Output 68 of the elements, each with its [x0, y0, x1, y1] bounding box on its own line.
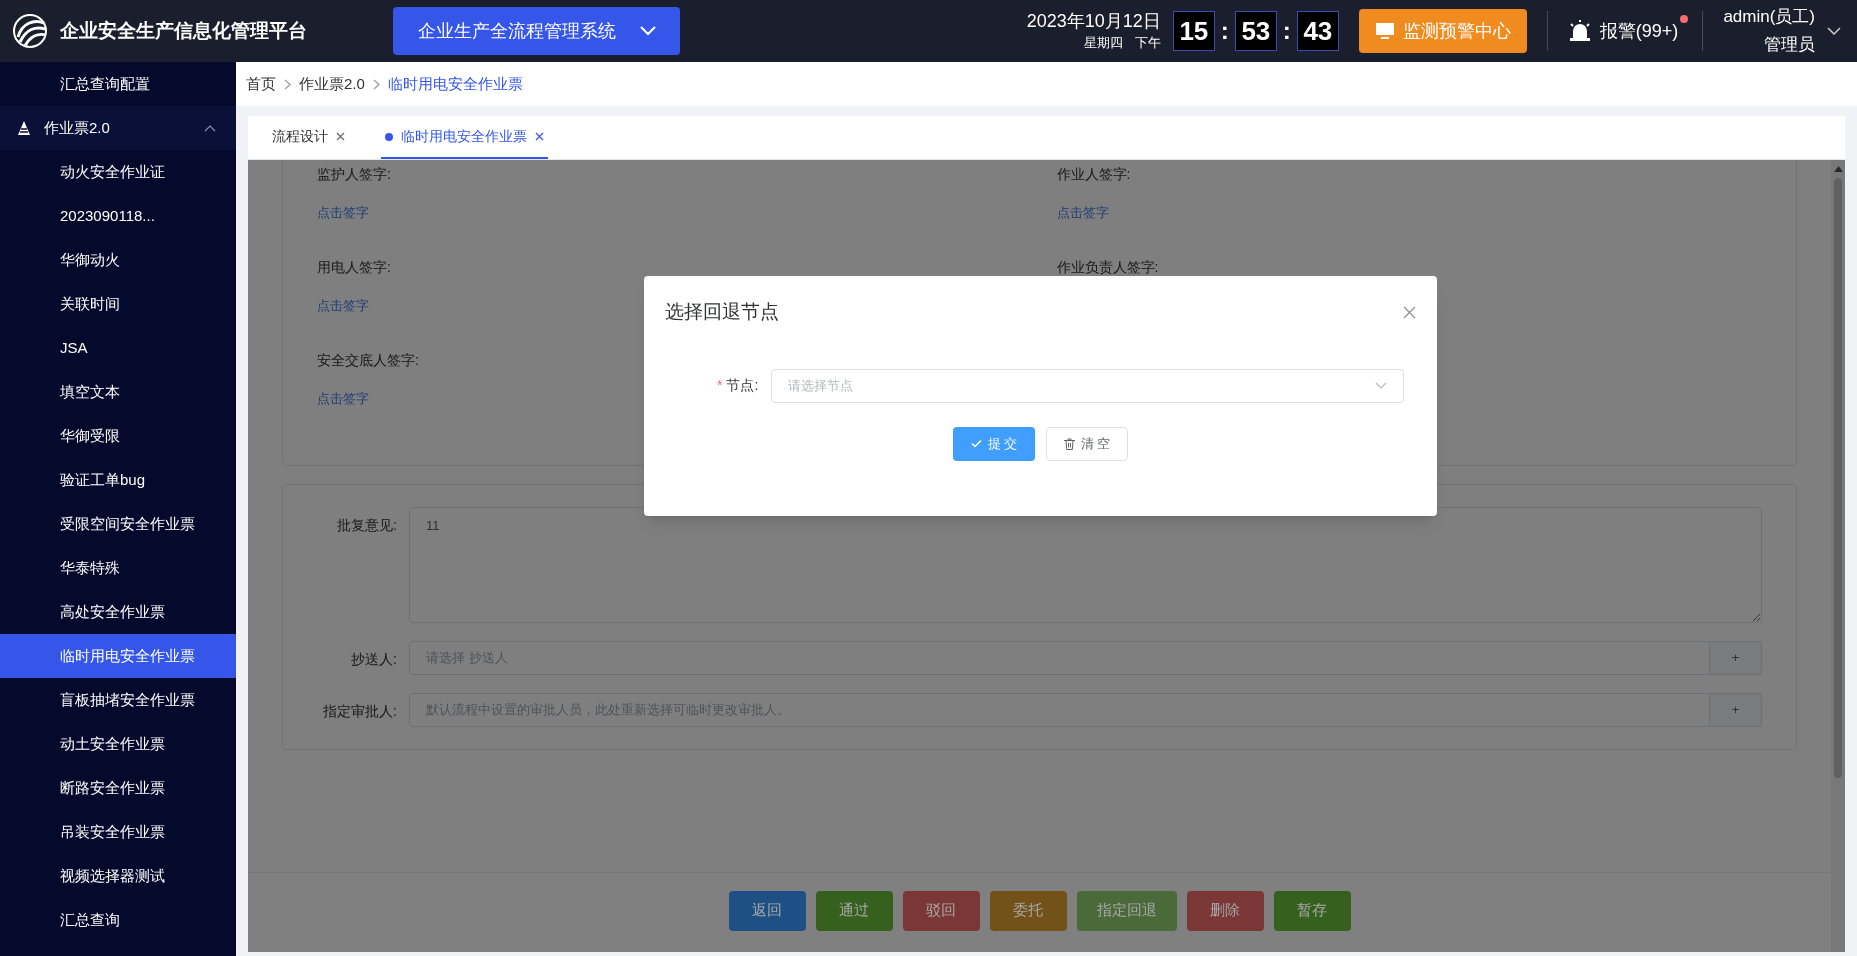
breadcrumb-link[interactable]: 首页 — [246, 72, 276, 96]
field-label: 作业负责人签字: — [1056, 258, 1159, 277]
period-text: 下午 — [1134, 34, 1161, 53]
chevron-down-icon[interactable] — [1827, 27, 1841, 35]
clock-separator: : — [1219, 16, 1230, 46]
cone-icon — [16, 120, 32, 136]
sidebar-item[interactable]: 动土安全作业票 — [0, 722, 236, 766]
sidebar-item[interactable]: 视频选择器测试 — [0, 854, 236, 898]
field-label: 安全交底人签字: — [317, 351, 419, 370]
field-label: 节点: — [726, 376, 759, 395]
close-icon[interactable] — [535, 132, 544, 141]
sidebar-item[interactable]: 华御受限 — [0, 414, 236, 458]
field-label: 抄送人: — [350, 650, 397, 669]
scrollbar-thumb[interactable] — [1834, 178, 1842, 778]
action-button[interactable]: 删除 — [1186, 890, 1264, 931]
sidebar-item[interactable]: 吊装安全作业票 — [0, 810, 236, 854]
logo-icon — [12, 13, 48, 49]
field-label: 监护人签字: — [317, 165, 391, 184]
tab[interactable]: 流程设计 — [268, 116, 349, 159]
sidebar-item[interactable]: 断路安全作业票 — [0, 766, 236, 810]
sidebar-item[interactable]: 填空文本 — [0, 370, 236, 414]
sidebar-item[interactable]: 汇总查询 — [0, 898, 236, 942]
date-text: 2023年10月12日 — [1026, 10, 1161, 34]
field-label: 批复意见: — [336, 516, 397, 535]
clock-digit: 53 — [1234, 11, 1277, 51]
clear-button[interactable]: 清 空 — [1046, 426, 1128, 461]
monitor-icon — [1374, 22, 1395, 40]
close-icon[interactable] — [1403, 305, 1416, 319]
sidebar-item[interactable]: 动火安全作业证 — [0, 150, 236, 194]
sidebar-item[interactable]: 2023090118... — [0, 194, 236, 238]
chevron-down-icon — [1375, 382, 1387, 389]
check-icon — [970, 439, 982, 448]
chevron-down-icon — [639, 26, 656, 36]
clock-separator: : — [1281, 16, 1292, 46]
field-label: 用电人签字: — [317, 258, 391, 277]
user-name: admin(员工) — [1723, 6, 1815, 28]
user-role: 管理员 — [1764, 34, 1815, 56]
action-button[interactable]: 返回 — [728, 890, 806, 931]
weekday-text: 星期四 — [1083, 34, 1123, 53]
clock-digit: 43 — [1296, 11, 1339, 51]
chevron-up-icon — [204, 124, 216, 132]
breadcrumb-link[interactable]: 作业票2.0 — [299, 72, 365, 96]
chevron-right-icon — [284, 78, 291, 90]
sidebar-item[interactable]: 华御动火 — [0, 238, 236, 282]
sidebar-item[interactable]: 验证工单bug — [0, 458, 236, 502]
alarm-icon — [1567, 20, 1592, 42]
sidebar-item[interactable]: 受限空间安全作业票 — [0, 502, 236, 546]
app-title: 企业安全生产信息化管理平台 — [60, 18, 307, 43]
sidebar-item[interactable]: 汇总查询配置 — [0, 62, 236, 106]
alarm-button[interactable]: 报警(99+) — [1547, 7, 1703, 55]
system-dropdown[interactable]: 企业生产全流程管理系统 — [393, 7, 680, 55]
chevron-right-icon — [372, 78, 380, 90]
dialog-title: 选择回退节点 — [665, 300, 779, 324]
sidebar-item[interactable]: 华泰特殊 — [0, 546, 236, 590]
field-label: 指定审批人: — [322, 702, 397, 721]
sidebar-item[interactable]: 盲板抽堵安全作业票 — [0, 678, 236, 722]
field-label: 作业人签字: — [1056, 165, 1131, 184]
action-button[interactable]: 驳回 — [902, 890, 980, 931]
required-mark: * — [717, 376, 723, 395]
sidebar-item[interactable]: JSA — [0, 326, 236, 370]
clock-digit: 15 — [1172, 11, 1215, 51]
sidebar-item[interactable]: 临时用电安全作业票 — [0, 634, 236, 678]
sidebar-group[interactable]: 作业票2.0 — [0, 106, 236, 150]
scroll-up-icon[interactable] — [1833, 166, 1843, 172]
sidebar-item[interactable]: 关联时间 — [0, 282, 236, 326]
close-icon[interactable] — [336, 132, 345, 141]
trash-icon — [1063, 437, 1075, 450]
sidebar-item[interactable]: 高处安全作业票 — [0, 590, 236, 634]
